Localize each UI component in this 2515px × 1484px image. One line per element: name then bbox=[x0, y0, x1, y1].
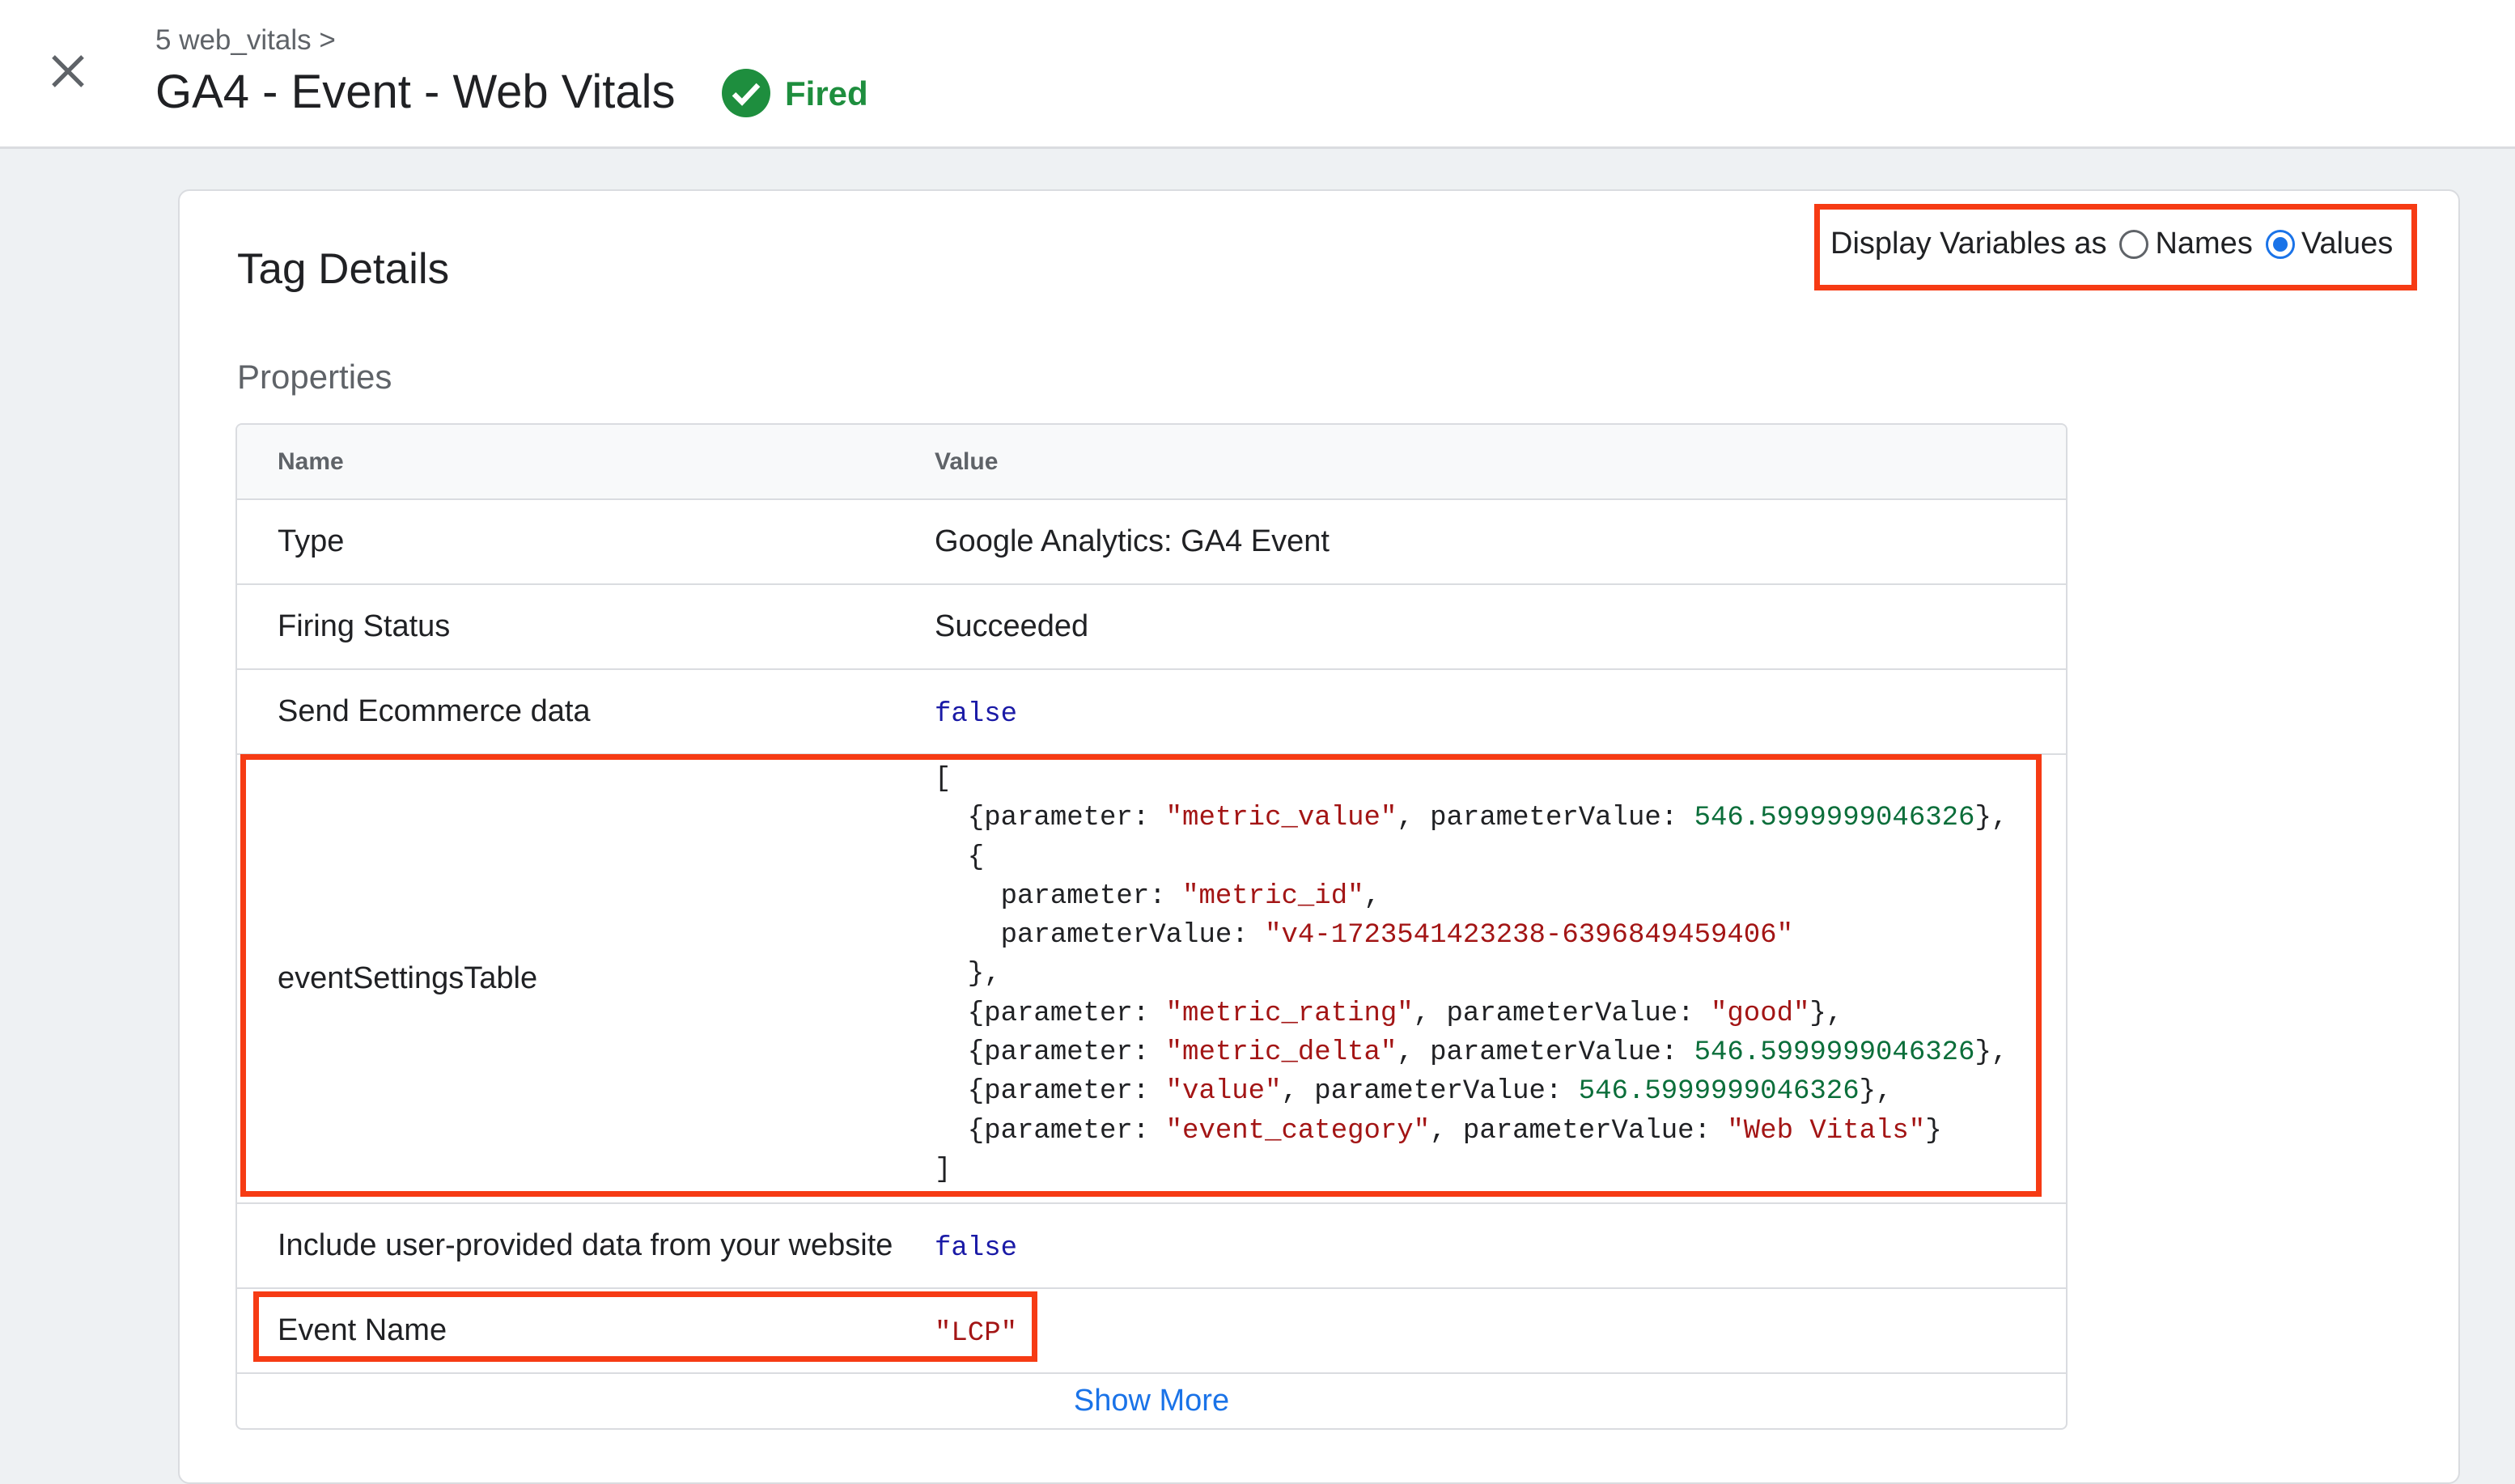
row-name: eventSettingsTable bbox=[278, 961, 538, 995]
code-line: }, bbox=[935, 959, 1001, 990]
table-row: Include user-provided data from your web… bbox=[237, 1202, 2066, 1287]
status-badge: Fired bbox=[785, 74, 868, 112]
radio-values[interactable] bbox=[2265, 229, 2295, 259]
table-row: Type Google Analytics: GA4 Event bbox=[237, 498, 2066, 583]
code-line: {parameter: "metric_delta", parameterVal… bbox=[935, 1037, 2008, 1069]
code-line: parameterValue: "v4-1723541423238-639684… bbox=[935, 920, 1793, 952]
code-line: {parameter: "event_category", parameterV… bbox=[935, 1115, 1942, 1147]
header-name: Name bbox=[278, 447, 344, 475]
breadcrumb[interactable]: 5 web_vitals > bbox=[155, 24, 336, 57]
code-line: parameter: "metric_id", bbox=[935, 880, 1380, 912]
row-value: Succeeded bbox=[935, 609, 1089, 643]
row-name: Firing Status bbox=[278, 609, 451, 643]
display-variables-toggle: Display Variables as Names Values bbox=[1830, 227, 2393, 261]
row-value: false bbox=[935, 1232, 1018, 1264]
row-value: "LCP" bbox=[935, 1317, 1018, 1349]
card-title: Tag Details bbox=[237, 245, 450, 293]
table-header: Name Value bbox=[237, 425, 2066, 498]
row-name: Include user-provided data from your web… bbox=[278, 1228, 893, 1262]
section-title: Properties bbox=[237, 358, 392, 396]
code-line: ] bbox=[935, 1154, 952, 1185]
close-icon[interactable] bbox=[49, 52, 87, 91]
row-name: Type bbox=[278, 524, 345, 558]
check-circle-icon bbox=[722, 69, 770, 117]
display-variables-label: Display Variables as bbox=[1830, 227, 2107, 261]
row-name: Send Ecommerce data bbox=[278, 694, 591, 728]
table-row: eventSettingsTable [ {parameter: "metric… bbox=[237, 753, 2066, 1202]
code-line: {parameter: "metric_value", parameterVal… bbox=[935, 803, 2008, 834]
radio-names[interactable] bbox=[2119, 229, 2149, 259]
row-value: false bbox=[935, 698, 1018, 730]
radio-values-label[interactable]: Values bbox=[2301, 227, 2393, 261]
code-line: [ bbox=[935, 764, 952, 795]
properties-table: Name Value Type Google Analytics: GA4 Ev… bbox=[235, 423, 2068, 1430]
code-line: {parameter: "metric_rating", parameterVa… bbox=[935, 998, 1843, 1029]
table-row: Event Name "LCP" bbox=[237, 1287, 2066, 1372]
code-line: {parameter: "value", parameterValue: 546… bbox=[935, 1076, 1893, 1108]
radio-names-label[interactable]: Names bbox=[2155, 227, 2252, 261]
page-title: GA4 - Event - Web Vitals bbox=[155, 66, 676, 118]
table-row: Send Ecommerce data false bbox=[237, 668, 2066, 753]
code-line: { bbox=[935, 842, 985, 873]
header-value: Value bbox=[935, 447, 999, 475]
event-settings-code: [ {parameter: "metric_value", parameterV… bbox=[935, 755, 2066, 1189]
show-more-link[interactable]: Show More bbox=[237, 1372, 2066, 1428]
header: 5 web_vitals > GA4 - Event - Web Vitals … bbox=[0, 0, 2515, 149]
row-name: Event Name bbox=[278, 1313, 447, 1347]
table-row: Firing Status Succeeded bbox=[237, 583, 2066, 668]
row-value: Google Analytics: GA4 Event bbox=[935, 524, 1330, 558]
